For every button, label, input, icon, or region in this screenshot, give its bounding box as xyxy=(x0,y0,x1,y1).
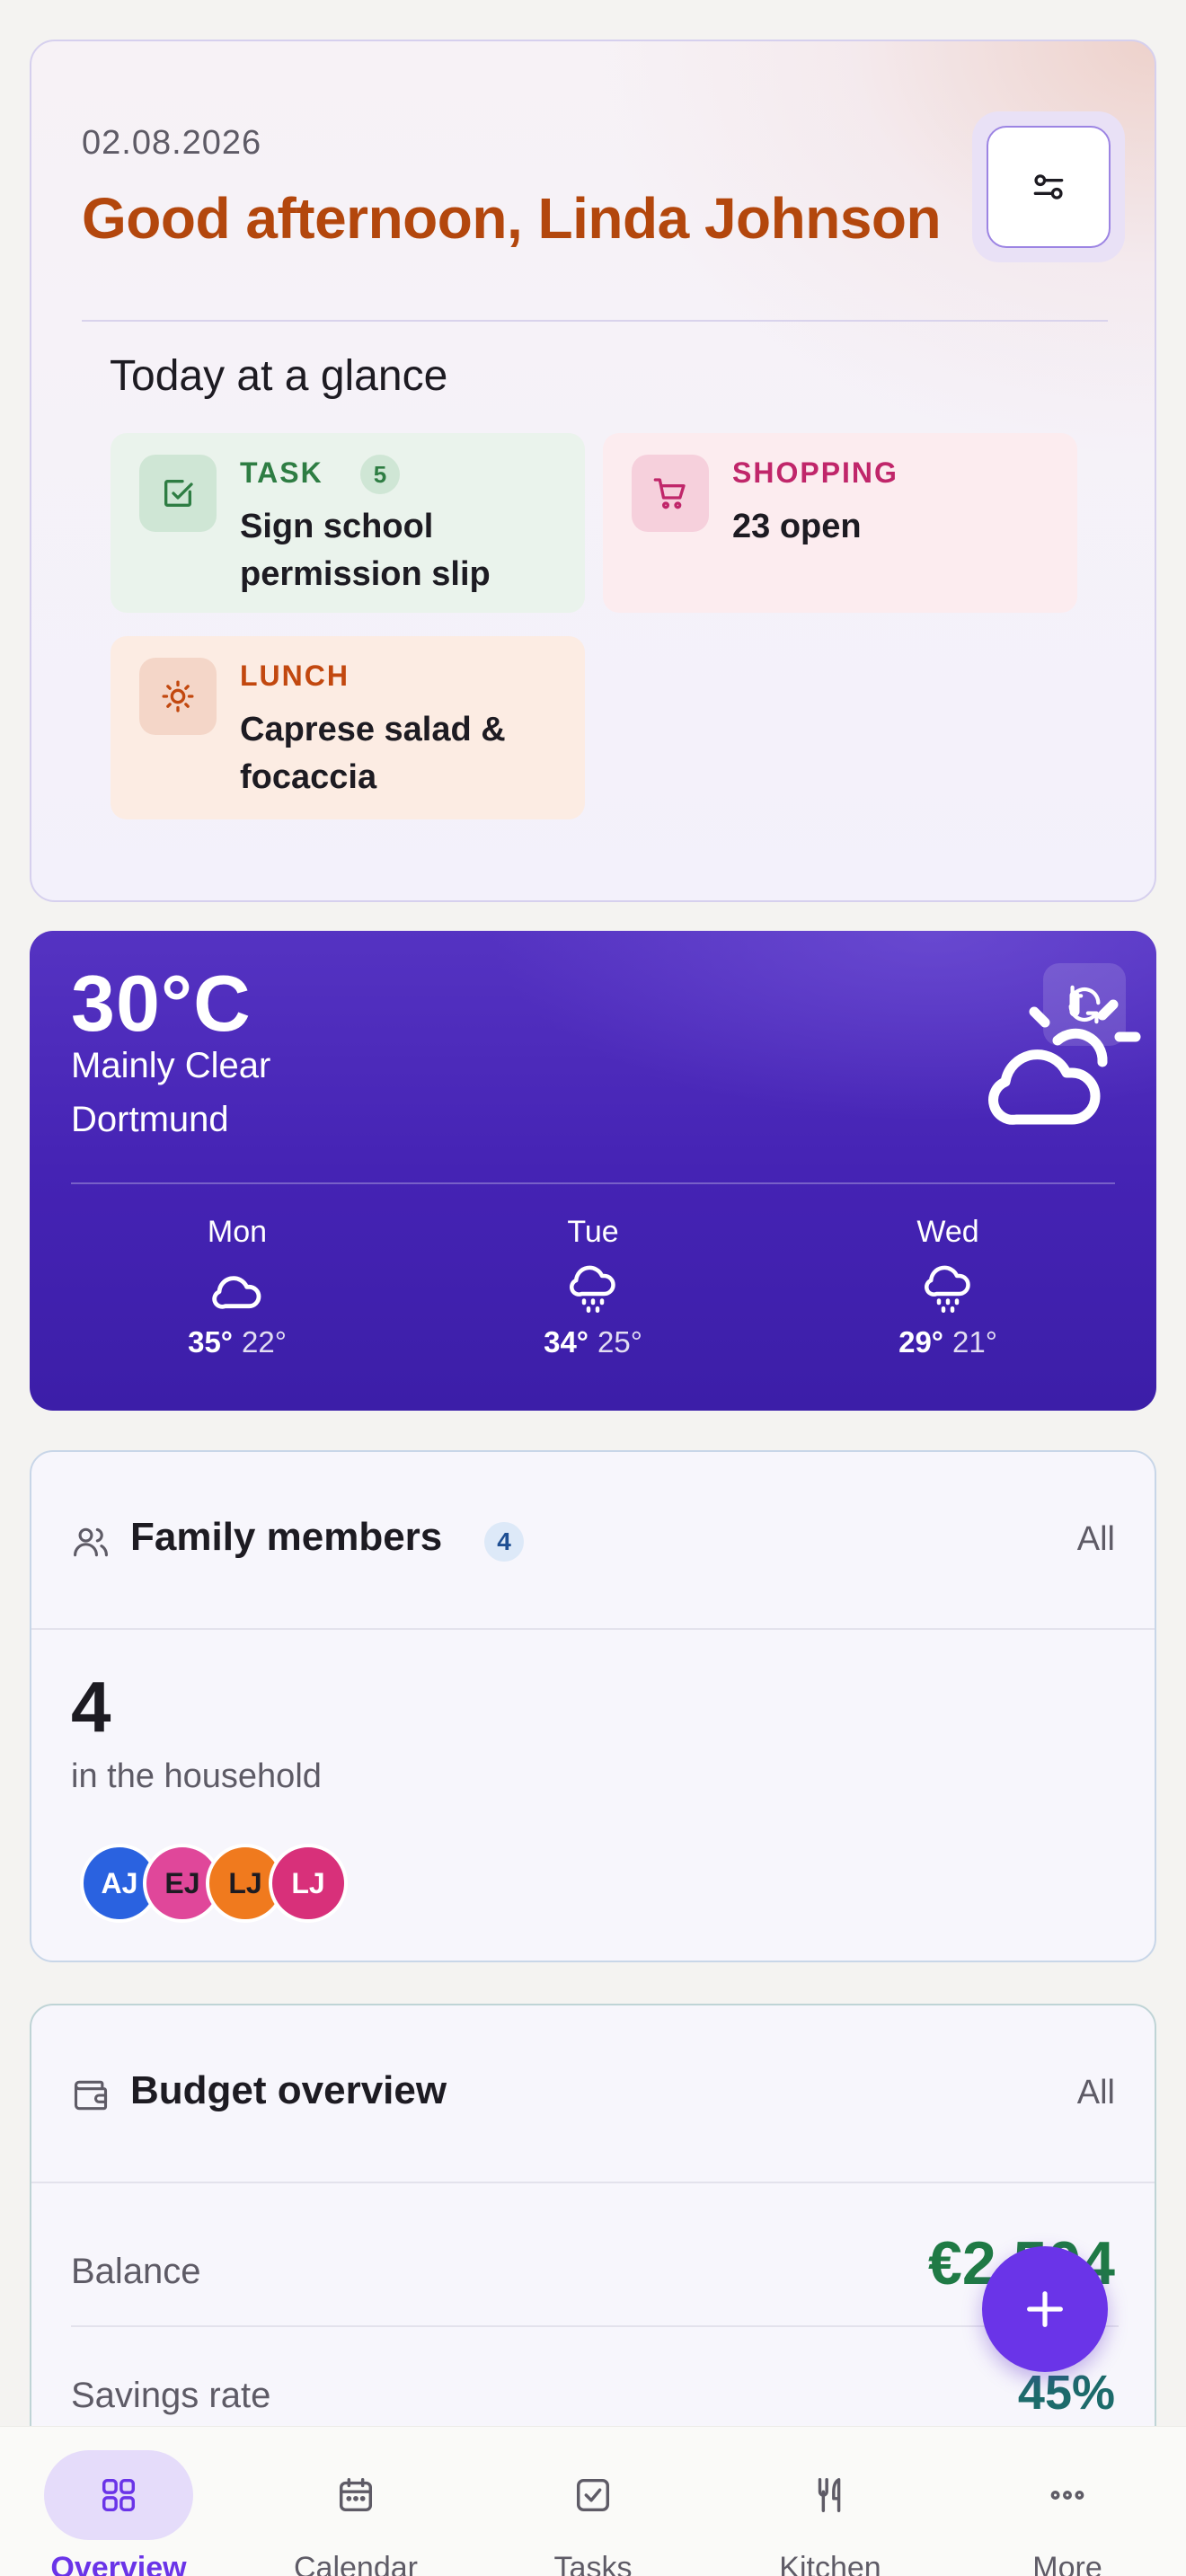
greeting-date: 02.08.2026 xyxy=(82,124,262,162)
task-icon-box xyxy=(139,455,217,532)
budget-title: Budget overview xyxy=(130,2068,447,2112)
weather-divider xyxy=(71,1182,1115,1184)
family-count-badge: 4 xyxy=(484,1522,524,1562)
weather-refresh-button[interactable] xyxy=(1043,963,1126,1046)
nav-label: Kitchen xyxy=(779,2551,881,2576)
task-count-badge: 5 xyxy=(360,455,400,494)
cloud-icon xyxy=(212,1276,261,1309)
nav-overview[interactable]: Overview xyxy=(20,2439,217,2576)
greeting-divider xyxy=(82,320,1108,322)
family-subtitle: in the household xyxy=(71,1757,322,1795)
users-icon xyxy=(74,1527,108,1557)
greeting-card: 02.08.2026 Good afternoon, Linda Johnson… xyxy=(30,40,1156,902)
budget-row-divider xyxy=(71,2325,1119,2327)
more-dots-icon xyxy=(1050,2491,1084,2500)
cloud-drizzle-icon xyxy=(925,1265,970,1313)
forecast-day-name: Wed xyxy=(916,1215,979,1249)
nav-label: Calendar xyxy=(294,2551,418,2576)
task-label: TASK xyxy=(240,456,323,489)
weather-condition: Mainly Clear xyxy=(71,1046,271,1085)
forecast-high: 29° xyxy=(898,1325,943,1359)
sun-icon xyxy=(162,680,194,713)
forecast-day-wed: Wed 29° 21° xyxy=(813,1215,1083,1359)
savings-rate-label: Savings rate xyxy=(71,2376,271,2415)
add-button[interactable] xyxy=(982,2246,1108,2372)
glance-task-tile[interactable]: TASK 5 Sign school permission slip xyxy=(111,433,585,613)
lunch-label: LUNCH xyxy=(240,659,350,692)
shopping-label: SHOPPING xyxy=(732,456,898,489)
family-all-link[interactable]: All xyxy=(1077,1520,1115,1559)
shopping-icon-box xyxy=(632,455,709,532)
wallet-icon xyxy=(74,2080,108,2111)
shopping-text: 23 open xyxy=(732,508,862,545)
forecast-low: 25° xyxy=(597,1325,642,1359)
page: 02.08.2026 Good afternoon, Linda Johnson… xyxy=(0,0,1186,2576)
nav-label: Overview xyxy=(50,2551,187,2576)
filter-button-wrapper xyxy=(972,111,1125,262)
forecast-low: 21° xyxy=(952,1325,997,1359)
family-members-card: Family members 4 All 4 in the household … xyxy=(30,1450,1156,1962)
forecast-high: 34° xyxy=(544,1325,589,1359)
sliders-icon xyxy=(1033,174,1064,199)
bottom-navigation: Overview Calendar Tasks Kitchen More xyxy=(0,2426,1186,2576)
nav-label: Tasks xyxy=(553,2551,633,2576)
forecast-low: 22° xyxy=(242,1325,287,1359)
utensils-icon xyxy=(818,2478,841,2512)
balance-label: Balance xyxy=(71,2252,201,2291)
nav-kitchen[interactable]: Kitchen xyxy=(731,2439,929,2576)
plus-icon xyxy=(1027,2291,1063,2327)
forecast-day-mon: Mon 35° 22° xyxy=(102,1215,372,1359)
check-square-icon xyxy=(164,480,193,507)
task-text: Sign school permission slip xyxy=(240,508,491,593)
cart-icon xyxy=(653,478,686,509)
greeting-title: Good afternoon, Linda Johnson xyxy=(82,186,942,251)
calendar-icon xyxy=(339,2478,373,2512)
forecast-day-name: Mon xyxy=(207,1215,268,1249)
glance-lunch-tile[interactable]: LUNCH Caprese salad & focaccia xyxy=(111,636,585,819)
family-count: 4 xyxy=(71,1667,111,1747)
lunch-text: Caprese salad & focaccia xyxy=(240,711,506,796)
savings-rate-value: 45% xyxy=(1017,2366,1115,2420)
forecast-day-tue: Tue 34° 25° xyxy=(458,1215,728,1359)
weather-city: Dortmund xyxy=(71,1100,229,1139)
lunch-icon-box xyxy=(139,658,217,735)
budget-divider xyxy=(31,2182,1155,2183)
cloud-drizzle-icon xyxy=(570,1265,615,1313)
refresh-icon xyxy=(1068,985,1101,1024)
forecast-high: 35° xyxy=(188,1325,233,1359)
family-title: Family members xyxy=(130,1515,443,1559)
filter-button[interactable] xyxy=(987,126,1111,248)
weather-card[interactable]: 30°C Mainly Clear Dortmund Mon 35° 22° T… xyxy=(30,931,1156,1411)
glance-title: Today at a glance xyxy=(110,352,448,400)
check-box-icon xyxy=(576,2478,610,2512)
nav-label: More xyxy=(1032,2551,1102,2576)
forecast-day-name: Tue xyxy=(567,1215,619,1249)
nav-active-indicator xyxy=(44,2450,193,2540)
weather-temperature: 30°C xyxy=(71,959,252,1048)
family-divider xyxy=(31,1628,1155,1630)
nav-tasks[interactable]: Tasks xyxy=(494,2439,692,2576)
budget-all-link[interactable]: All xyxy=(1077,2074,1115,2112)
grid-icon xyxy=(102,2478,136,2512)
nav-calendar[interactable]: Calendar xyxy=(257,2439,455,2576)
avatar[interactable]: LJ xyxy=(269,1844,348,1923)
glance-shopping-tile[interactable]: SHOPPING 23 open xyxy=(603,433,1077,613)
nav-more[interactable]: More xyxy=(969,2439,1166,2576)
